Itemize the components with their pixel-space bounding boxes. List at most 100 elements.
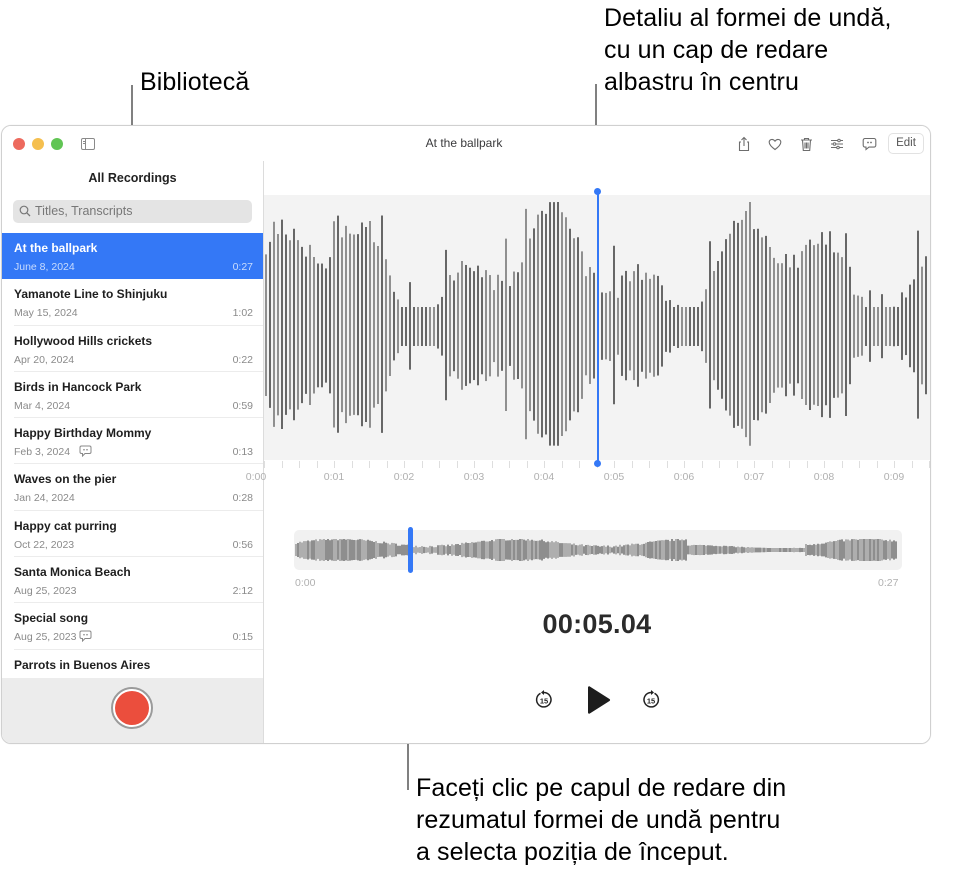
voice-memos-window: At the ballpark Edit All Recordings Titl… (1, 125, 931, 744)
recording-date: Mar 4, 2024 (14, 399, 71, 412)
timeline-tick (824, 461, 825, 468)
overview-end-time: 0:27 (878, 577, 899, 589)
timeline-tick (859, 461, 860, 468)
timeline-tick (474, 461, 475, 468)
recording-date: Jan 24, 2024 (14, 492, 75, 505)
play-button[interactable] (586, 685, 612, 715)
timeline-tick (789, 461, 790, 468)
timeline-tick (894, 461, 895, 468)
delete-button[interactable] (797, 135, 815, 153)
timeline-tick (561, 461, 563, 468)
recording-duration: 0:22 (232, 353, 253, 366)
recording-date: Oct 22, 2023 (14, 538, 75, 551)
transcript-badge-icon (79, 630, 92, 643)
callout-library: Bibliotecă (140, 66, 249, 98)
transcript-bubble-icon (862, 137, 876, 151)
record-button[interactable] (111, 687, 153, 729)
recording-date: June 8, 2024 (14, 261, 75, 273)
recording-list-item[interactable]: Happy Birthday Mommy Feb 3, 2024 0:13 (2, 418, 263, 465)
timeline-tick (649, 461, 650, 468)
share-icon (738, 136, 750, 152)
recording-title: Happy Birthday Mommy (14, 426, 152, 441)
timeline-tick (404, 461, 405, 468)
sidebar-heading: All Recordings (88, 171, 177, 185)
waveform-overview[interactable] (294, 527, 902, 573)
title-bar: At the ballpark Edit (2, 126, 930, 162)
search-icon (19, 205, 31, 217)
recording-duration: 0:13 (232, 446, 253, 459)
callout-waveform-line: albastru în centru (604, 68, 799, 96)
recording-date: Apr 20, 2024 (14, 353, 75, 366)
trash-icon (800, 137, 812, 151)
skip-forward-button[interactable]: 15 (641, 689, 661, 711)
recording-title: Special song (14, 611, 89, 626)
recording-duration: 0:56 (232, 538, 253, 551)
overview-start-time: 0:00 (295, 577, 316, 589)
search-placeholder: Titles, Transcripts (35, 204, 133, 218)
current-time: 00:05.04 (542, 609, 652, 639)
search-field[interactable]: Titles, Transcripts (13, 200, 252, 223)
edit-button[interactable]: Edit (888, 133, 924, 154)
playhead-detail-bottom-handle[interactable] (594, 460, 601, 467)
recording-date: Feb 3, 2024 (14, 446, 71, 459)
timeline-tick (841, 461, 843, 468)
timeline-tick (386, 461, 388, 468)
favorite-button[interactable] (766, 135, 784, 153)
callout-waveform-line: cu un cap de redare (604, 36, 829, 64)
timeline-tick (544, 461, 545, 468)
timeline-tick (684, 461, 685, 468)
settings-button[interactable] (828, 135, 846, 153)
skip-back-15-icon: 15 (535, 690, 552, 708)
recording-list-item[interactable]: Happy cat purring Oct 22, 2023 0:56 (2, 511, 263, 558)
timeline-tick (439, 461, 440, 468)
timeline-label: 0:06 (673, 471, 695, 483)
overview-playhead-handle[interactable] (408, 527, 413, 573)
timeline-tick (369, 461, 370, 468)
recording-list-item[interactable]: Special song Aug 25, 2023 0:15 (2, 603, 263, 650)
recording-title: Birds in Hancock Park (14, 379, 142, 394)
timeline-tick (911, 461, 913, 468)
recording-title: Yamanote Line to Shinjuku (14, 287, 168, 302)
recording-list-item[interactable]: Yamanote Line to Shinjuku May 15, 2024 1:0… (2, 279, 263, 326)
recording-duration: 0:28 (232, 492, 253, 505)
callout-tip-line: a selecta poziția de început. (416, 838, 729, 866)
recording-duration: 0:27 (232, 261, 253, 273)
window-title-text: At the ballpark (425, 136, 503, 150)
playhead-detail-top-handle[interactable] (594, 188, 601, 195)
callout-waveform-detail: Detaliu al formei de undă, cu un cap de … (604, 2, 892, 98)
recording-list-item[interactable]: At the ballpark June 8, 2024 0:27 (2, 233, 263, 280)
playhead-detail[interactable] (597, 191, 599, 464)
recording-list-item[interactable]: Waves on the pier Jan 24, 2024 0:28 (2, 464, 263, 511)
timeline-tick (579, 461, 580, 468)
callout-playhead-tip: Faceți clic pe capul de redare din rezum… (416, 772, 786, 868)
timeline-tick (299, 461, 300, 468)
timeline-tick (264, 461, 265, 468)
recording-date: Aug 25, 2023 (14, 585, 77, 598)
timeline-tick (281, 461, 283, 468)
timeline-label: 0:01 (323, 471, 345, 483)
recording-list-item[interactable]: Birds in Hancock Park Mar 4, 2024 0:59 (2, 372, 263, 419)
share-button[interactable] (735, 135, 753, 153)
recording-list-item[interactable]: Santa Monica Beach Aug 25, 2023 2:12 (2, 557, 263, 604)
skip-back-button[interactable]: 15 (534, 689, 554, 711)
recording-title: Happy cat purring (14, 518, 117, 533)
recording-duration: 0:15 (232, 631, 253, 644)
timeline-tick (754, 461, 755, 468)
timeline-tick (719, 461, 720, 468)
recording-duration: 1:02 (232, 307, 253, 320)
timeline-tick (614, 461, 615, 468)
recording-duration: 0:59 (232, 399, 253, 412)
recordings-list[interactable]: At the ballpark June 8, 2024 0:27 Yamanote … (2, 233, 263, 678)
recording-list-item[interactable]: Parrots in Buenos Aires (2, 650, 263, 678)
player-pane: 0:00 0:01 0:02 0:03 0:04 0:05 0:06 0:07 0:08 0:09… (246, 161, 930, 743)
transcript-button[interactable] (860, 135, 878, 153)
timeline-tick (421, 461, 423, 468)
timeline-tick (526, 461, 528, 468)
recording-list-item[interactable]: Hollywood Hills crickets Apr 20, 2024 0:22 (2, 326, 263, 372)
skip-back-seconds: 15 (540, 697, 548, 706)
callout-tip-line: rezumatul formei de undă pentru (416, 806, 781, 834)
record-icon (115, 691, 149, 725)
recording-title: Waves on the pier (14, 472, 117, 487)
timeline-label: 0:00 (245, 471, 267, 483)
window-title: At the ballpark (2, 136, 926, 150)
